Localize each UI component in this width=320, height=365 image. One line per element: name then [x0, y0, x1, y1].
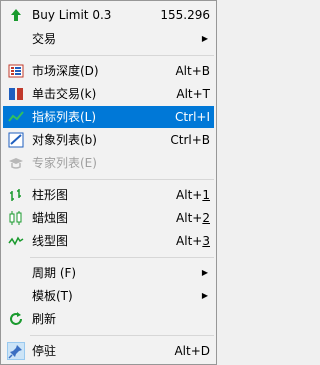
- market-depth-label: 市场深度(D): [32, 64, 99, 78]
- bar-chart-shortcut: Alt+1: [176, 188, 210, 202]
- one-click-trading-item[interactable]: 单击交易(k) Alt+T: [3, 83, 214, 105]
- market-depth-shortcut: Alt+B: [175, 64, 210, 78]
- trade-submenu-item[interactable]: 交易 ▶: [3, 28, 214, 50]
- bar-chart-label: 柱形图: [32, 188, 69, 202]
- objects-list-label: 对象列表(b): [32, 133, 97, 147]
- line-chart-label: 线型图: [32, 234, 69, 248]
- buy-limit-price: 155.296: [160, 8, 210, 22]
- refresh-label: 刷新: [32, 312, 57, 326]
- one-click-trading-shortcut: Alt+T: [176, 87, 210, 101]
- submenu-arrow-icon: ▶: [201, 291, 208, 300]
- submenu-arrow-icon: ▶: [201, 268, 208, 277]
- menu-separator: [30, 335, 214, 336]
- template-submenu-item[interactable]: 模板(T) ▶: [3, 285, 214, 307]
- menu-separator: [30, 179, 214, 180]
- pin-icon: [7, 342, 25, 360]
- buy-limit-order-item[interactable]: Buy Limit 0.3 155.296: [3, 4, 214, 26]
- market-depth-icon: [8, 63, 24, 79]
- period-label: 周期 (F): [32, 266, 77, 280]
- bar-chart-item[interactable]: 柱形图 Alt+1: [3, 184, 214, 206]
- menu-separator: [30, 257, 214, 258]
- submenu-arrow-icon: ▶: [201, 34, 208, 43]
- line-chart-icon: [8, 233, 24, 249]
- buy-limit-label: Buy Limit 0.3: [32, 8, 112, 22]
- one-click-trading-label: 单击交易(k): [32, 87, 97, 101]
- dock-shortcut: Alt+D: [174, 344, 210, 358]
- template-label: 模板(T): [32, 289, 73, 303]
- experts-list-item: 专家列表(E): [3, 152, 214, 174]
- indicators-list-label: 指标列表(L): [32, 110, 97, 124]
- chart-context-menu: Buy Limit 0.3 155.296 交易 ▶ 市场深度(D) Alt+B: [0, 0, 217, 365]
- bar-chart-icon: [8, 187, 24, 203]
- market-depth-item[interactable]: 市场深度(D) Alt+B: [3, 60, 214, 82]
- period-submenu-item[interactable]: 周期 (F) ▶: [3, 262, 214, 284]
- experts-list-icon: [8, 155, 24, 171]
- experts-list-label: 专家列表(E): [32, 156, 97, 170]
- candlestick-chart-label: 蜡烛图: [32, 211, 69, 225]
- one-click-trading-icon: [8, 86, 24, 102]
- trade-label: 交易: [32, 32, 57, 46]
- indicators-list-icon: [8, 109, 24, 125]
- menu-separator: [30, 55, 214, 56]
- objects-list-icon: [8, 132, 24, 148]
- objects-list-item[interactable]: 对象列表(b) Ctrl+B: [3, 129, 214, 151]
- line-chart-item[interactable]: 线型图 Alt+3: [3, 230, 214, 252]
- indicators-list-item[interactable]: 指标列表(L) Ctrl+I: [3, 106, 214, 128]
- indicators-list-shortcut: Ctrl+I: [175, 110, 210, 124]
- candlestick-chart-item[interactable]: 蜡烛图 Alt+2: [3, 207, 214, 229]
- candlestick-chart-shortcut: Alt+2: [176, 211, 210, 225]
- dock-item[interactable]: 停驻 Alt+D: [3, 340, 214, 362]
- buy-limit-arrow-icon: [8, 7, 24, 23]
- refresh-item[interactable]: 刷新: [3, 308, 214, 330]
- refresh-icon: [8, 311, 24, 327]
- dock-label: 停驻: [32, 344, 57, 358]
- objects-list-shortcut: Ctrl+B: [170, 133, 210, 147]
- line-chart-shortcut: Alt+3: [176, 234, 210, 248]
- candlestick-chart-icon: [8, 210, 24, 226]
